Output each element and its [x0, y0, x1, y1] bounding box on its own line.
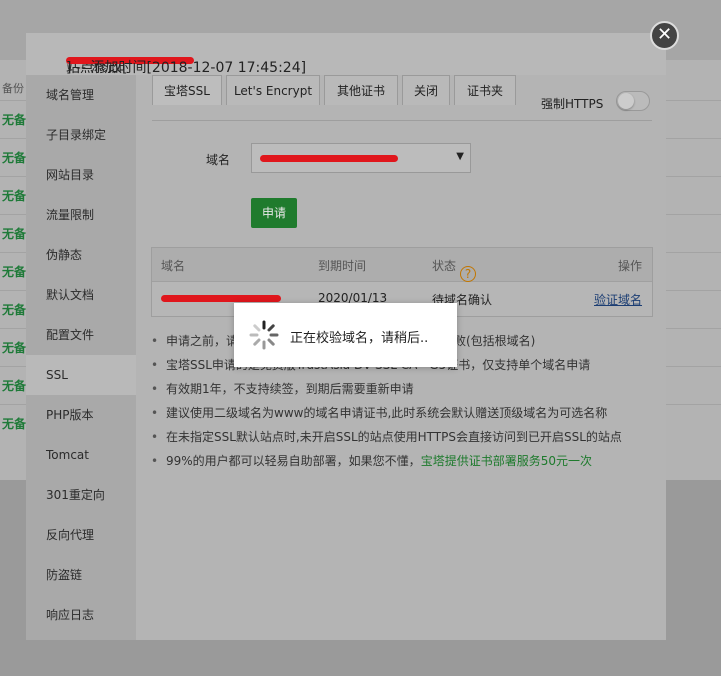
column-header-expire: 到期时间 — [318, 259, 367, 273]
verify-domain-link[interactable]: 验证域名 — [594, 291, 642, 308]
tab-baota-ssl[interactable]: 宝塔SSL — [152, 75, 222, 105]
modal-title-bar: 站点修改[] -- 添加时间[2018-12-07 17:45:24] — [26, 33, 666, 76]
sidebar-item-php-version[interactable]: PHP版本 — [26, 395, 136, 435]
redacted-domain — [260, 155, 398, 162]
sidebar-item-reverse-proxy[interactable]: 反向代理 — [26, 515, 136, 555]
column-header-action: 操作 — [618, 259, 643, 273]
loading-spinner-icon — [249, 320, 279, 350]
force-https-label: 强制HTTPS — [541, 97, 604, 111]
list-item: 在未指定SSL默认站点时,未开启SSL的站点使用HTTPS会直接访问到已开启SS… — [148, 425, 658, 449]
background-column-header: 备份 — [2, 82, 24, 95]
sidebar-item-ssl[interactable]: SSL — [26, 355, 136, 395]
sidebar-item-site-dir[interactable]: 网站目录 — [26, 155, 136, 195]
table-header: 域名 到期时间 状态? 操作 — [152, 248, 652, 282]
settings-sidebar: 域名管理 子目录绑定 网站目录 流量限制 伪静态 默认文档 配置文件 SSL P… — [26, 75, 136, 640]
domain-select[interactable]: ▼ — [251, 143, 471, 173]
tab-lets-encrypt[interactable]: Let's Encrypt — [226, 75, 320, 105]
redacted-domain — [161, 295, 281, 302]
sidebar-item-subdir[interactable]: 子目录绑定 — [26, 115, 136, 155]
sidebar-item-rewrite[interactable]: 伪静态 — [26, 235, 136, 275]
sidebar-item-default-doc[interactable]: 默认文档 — [26, 275, 136, 315]
tab-cert-folder[interactable]: 证书夹 — [454, 75, 516, 105]
sidebar-item-config-file[interactable]: 配置文件 — [26, 315, 136, 355]
loading-dialog: 正在校验域名，请稍后.. — [234, 303, 457, 367]
chevron-down-icon: ▼ — [456, 151, 464, 162]
sidebar-item-response-log[interactable]: 响应日志 — [26, 595, 136, 635]
column-header-status: 状态? — [432, 257, 477, 282]
sidebar-item-hotlink[interactable]: 防盗链 — [26, 555, 136, 595]
sidebar-item-domain[interactable]: 域名管理 — [26, 75, 136, 115]
domain-label: 域名 — [206, 153, 231, 167]
list-item: 有效期1年，不支持续签，到期后需要重新申请 — [148, 377, 658, 401]
tab-other-cert[interactable]: 其他证书 — [324, 75, 398, 105]
sidebar-item-traffic-limit[interactable]: 流量限制 — [26, 195, 136, 235]
tab-divider — [152, 120, 652, 121]
loading-message: 正在校验域名，请稍后.. — [290, 331, 429, 346]
close-icon[interactable]: ✕ — [650, 21, 679, 50]
cert-deploy-service-link[interactable]: 宝塔提供证书部署服务50元一次 — [421, 454, 592, 468]
list-item: 建议使用二级域名为www的域名申请证书,此时系统会默认赠送顶级域名为可选名称 — [148, 401, 658, 425]
sidebar-item-tomcat[interactable]: Tomcat — [26, 435, 136, 475]
force-https-toggle[interactable] — [616, 91, 650, 111]
sidebar-item-redirect[interactable]: 301重定向 — [26, 475, 136, 515]
tab-close[interactable]: 关闭 — [402, 75, 450, 105]
apply-button[interactable]: 申请 — [251, 198, 297, 228]
list-item: 99%的用户都可以轻易自助部署，如果您不懂，宝塔提供证书部署服务50元一次 — [148, 449, 658, 473]
column-header-domain: 域名 — [161, 259, 186, 273]
help-icon[interactable]: ? — [460, 266, 477, 282]
toggle-knob — [618, 93, 634, 109]
